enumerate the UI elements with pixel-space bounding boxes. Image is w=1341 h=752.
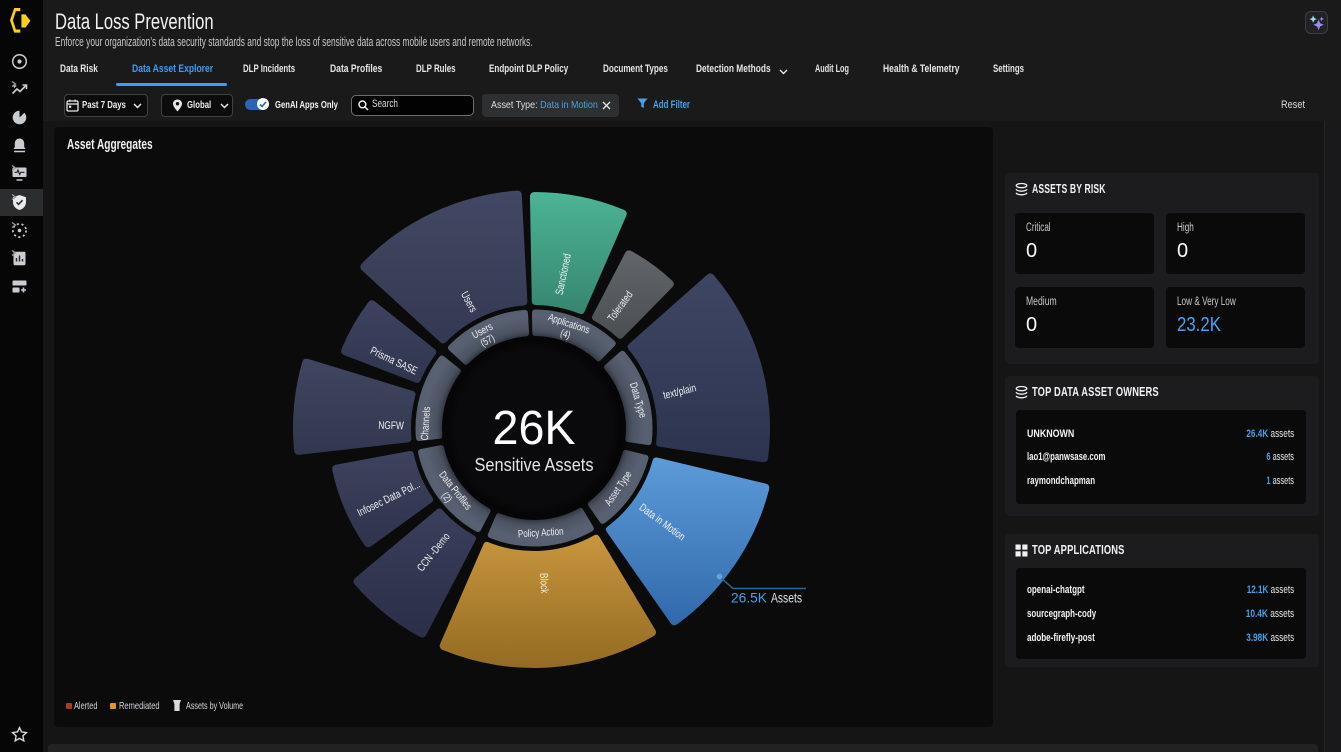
svg-text:Channels: Channels — [419, 406, 433, 440]
svg-text:Block: Block — [537, 573, 550, 594]
svg-text:26K: 26K — [493, 401, 576, 455]
svg-text:NGFW: NGFW — [378, 420, 404, 432]
svg-text:Sensitive Assets: Sensitive Assets — [475, 455, 594, 475]
svg-text:26.5K: 26.5K — [731, 591, 767, 606]
svg-text:Assets: Assets — [771, 591, 802, 606]
